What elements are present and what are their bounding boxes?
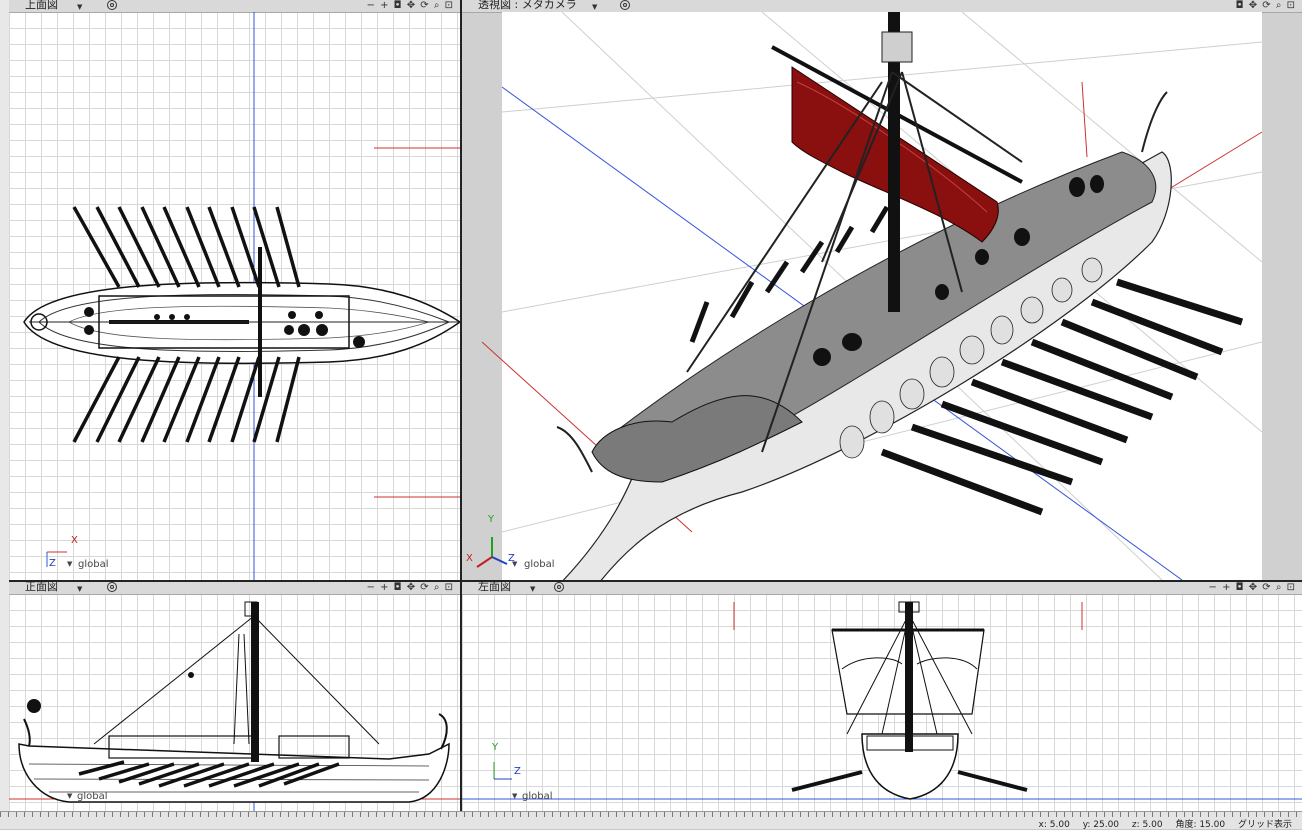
status-z: z: 5.00 — [1131, 820, 1163, 830]
coord-system-label[interactable]: global — [524, 559, 555, 570]
viewport-splitter-vertical[interactable] — [460, 0, 462, 811]
axis-y-label: Y — [492, 742, 499, 753]
viewport-front[interactable]: 正面図 ▼ − + ◘ ✥ ⟳ ⌕ ⊡ ▼ global — [9, 582, 460, 811]
status-angle: 角度: 15.00 — [1175, 820, 1226, 830]
coord-system-label[interactable]: global — [78, 559, 109, 570]
chevron-down-icon[interactable]: ▼ — [512, 560, 517, 568]
status-x: x: 5.00 — [1038, 820, 1070, 830]
viewport-title[interactable]: 正面図 — [25, 582, 58, 593]
chevron-down-icon[interactable]: ▼ — [512, 792, 517, 800]
perspective-scene — [476, 12, 1263, 580]
coord-system-label[interactable]: global — [77, 791, 108, 802]
axis-z-label: Z — [514, 766, 521, 777]
status-y: y: 25.00 — [1082, 820, 1120, 830]
viewport-tools[interactable]: ◘ ✥ ⟳ ⌕ ⊡ — [1236, 0, 1296, 12]
viewport-tools[interactable]: − + ◘ ✥ ⟳ ⌕ ⊡ — [367, 0, 454, 12]
axis-x-label: X — [466, 553, 473, 564]
target-icon[interactable] — [107, 0, 117, 10]
status-bar: x: 5.00 y: 25.00 z: 5.00 角度: 15.00 グリッド表… — [0, 811, 1302, 830]
left-view-scene — [462, 601, 1302, 800]
front-view-scene — [9, 601, 460, 811]
target-icon[interactable] — [620, 0, 630, 10]
axis-z-label: Z — [49, 558, 56, 569]
target-icon[interactable] — [107, 582, 117, 592]
status-fields: x: 5.00 y: 25.00 z: 5.00 角度: 15.00 グリッド表… — [1029, 817, 1292, 830]
viewport-left[interactable]: 左面図 ▼ − + ◘ ✥ ⟳ ⌕ ⊡ Y Z ▼ global — [462, 582, 1302, 811]
target-icon[interactable] — [554, 582, 564, 592]
top-view-scene — [23, 12, 460, 580]
viewport-title[interactable]: 上面図 — [25, 0, 58, 11]
viewport-title[interactable]: 透視図 : メタカメラ — [478, 0, 577, 11]
viewport-tools[interactable]: − + ◘ ✥ ⟳ ⌕ ⊡ — [367, 582, 454, 594]
viewport-top[interactable]: 上面図 ▼ − + ◘ ✥ ⟳ ⌕ ⊡ X Z ▼ global — [9, 0, 460, 580]
chevron-down-icon[interactable]: ▼ — [67, 560, 72, 568]
coord-system-label[interactable]: global — [522, 791, 553, 802]
viewport-title[interactable]: 左面図 — [478, 582, 511, 593]
status-mode[interactable]: グリッド表示 — [1238, 820, 1292, 830]
axis-y-label: Y — [488, 514, 495, 525]
viewport-tools[interactable]: − + ◘ ✥ ⟳ ⌕ ⊡ — [1209, 582, 1296, 594]
axis-x-label: X — [71, 535, 78, 546]
chevron-down-icon[interactable]: ▼ — [67, 792, 72, 800]
viewport-splitter-horizontal[interactable] — [9, 580, 1302, 582]
viewport-perspective[interactable]: 透視図 : メタカメラ ▼ ◘ ✥ ⟳ ⌕ ⊡ Y X Z ▼ global — [462, 0, 1302, 580]
